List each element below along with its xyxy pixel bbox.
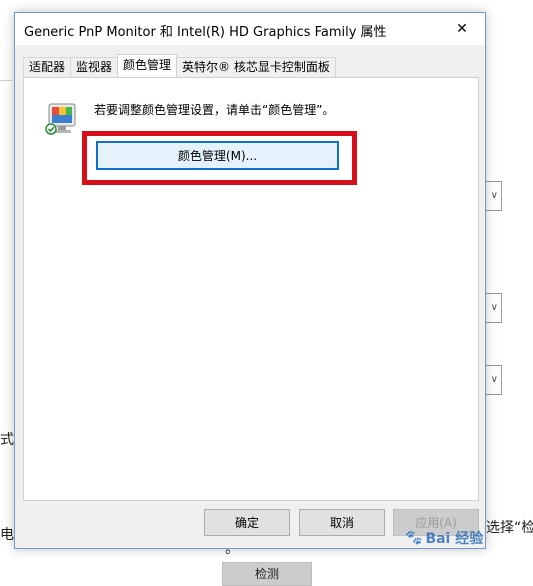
- close-icon: ✕: [456, 21, 468, 37]
- paw-icon: 🐾: [405, 530, 422, 546]
- chevron-down-icon: ∨: [491, 302, 498, 313]
- instruction-text: 若要调整颜色管理设置，请单击“颜色管理”。: [94, 101, 334, 118]
- baidu-watermark: 🐾 Bai 经验: [405, 528, 483, 548]
- background-text: 式: [0, 429, 14, 449]
- title-bar: Generic PnP Monitor 和 Intel(R) HD Graphi…: [15, 13, 485, 45]
- properties-dialog: Generic PnP Monitor 和 Intel(R) HD Graphi…: [14, 12, 486, 549]
- tab-strip: 适配器 监视器 颜色管理 英特尔® 核芯显卡控制面板: [23, 55, 335, 77]
- tab-monitor[interactable]: 监视器: [70, 57, 118, 77]
- ok-button[interactable]: 确定: [204, 509, 290, 536]
- tab-adapter[interactable]: 适配器: [23, 57, 71, 77]
- background-text: 选择“检测: [486, 517, 533, 537]
- color-monitor-icon: [45, 102, 79, 136]
- color-management-button[interactable]: 颜色管理(M)...: [96, 141, 339, 170]
- tab-color-management[interactable]: 颜色管理: [117, 54, 177, 77]
- close-button[interactable]: ✕: [439, 13, 485, 45]
- detect-button[interactable]: 检测: [222, 562, 312, 586]
- cancel-button[interactable]: 取消: [299, 509, 385, 536]
- tab-intel-graphics-control-panel[interactable]: 英特尔® 核芯显卡控制面板: [176, 57, 336, 77]
- dialog-title: Generic PnP Monitor 和 Intel(R) HD Graphi…: [24, 21, 387, 40]
- background-dropdown[interactable]: ∨: [486, 293, 502, 323]
- chevron-down-icon: ∨: [491, 374, 498, 385]
- background-divider: [0, 80, 12, 81]
- background-text: 电: [0, 524, 14, 544]
- chevron-down-icon: ∨: [491, 190, 498, 201]
- background-dropdown[interactable]: ∨: [486, 365, 502, 395]
- background-dropdown[interactable]: ∨: [486, 181, 502, 211]
- watermark-text: Bai 经验: [425, 528, 483, 548]
- tab-panel: 若要调整颜色管理设置，请单击“颜色管理”。 颜色管理(M)...: [23, 77, 479, 501]
